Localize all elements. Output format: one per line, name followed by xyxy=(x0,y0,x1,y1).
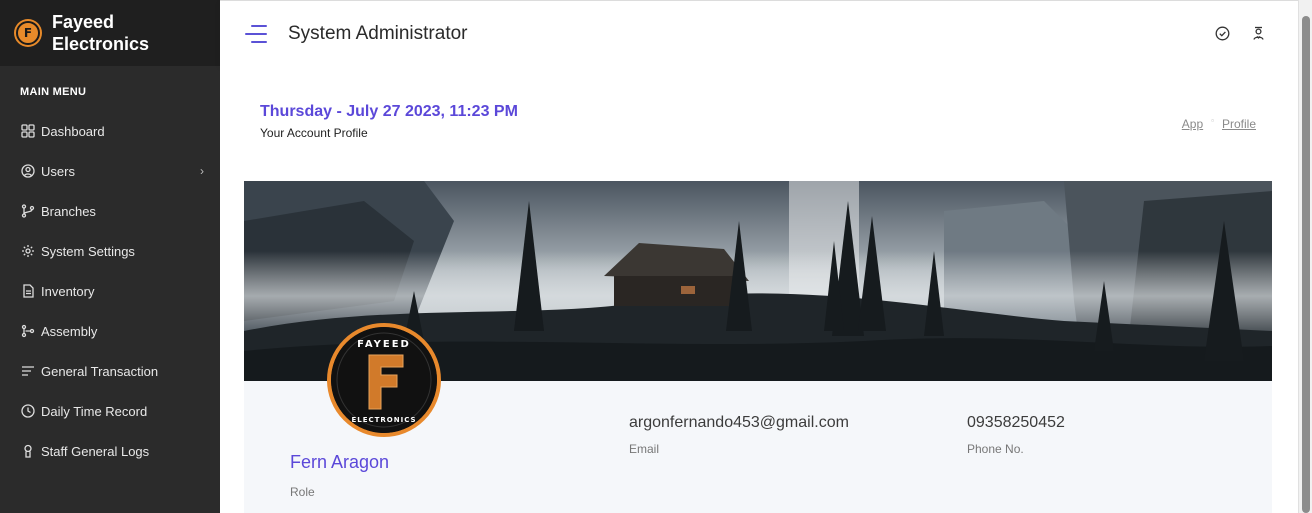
current-datetime: Thursday - July 27 2023, 11:23 PM xyxy=(260,103,518,120)
sidebar-item-label: Branches xyxy=(41,203,96,219)
sidebar-item-daily-time-record[interactable]: Daily Time Record xyxy=(0,391,220,431)
vertical-scrollbar[interactable] xyxy=(1298,0,1312,513)
brand[interactable]: F Fayeed Electronics xyxy=(0,0,220,66)
profile-email-label: Email xyxy=(629,442,660,456)
user-badge-icon[interactable] xyxy=(1250,25,1266,41)
breadcrumb-app-link[interactable]: App xyxy=(1182,117,1203,131)
fayeed-electronics-logo: FAYEED ELECTRONICS xyxy=(331,327,437,433)
user-circle-icon xyxy=(20,164,35,179)
profile-email-value: argonfernando453@gmail.com xyxy=(629,414,849,431)
branch-icon xyxy=(20,204,35,219)
top-header: System Administrator xyxy=(220,0,1298,66)
chevron-right-icon: › xyxy=(200,164,204,178)
check-circle-icon[interactable] xyxy=(1214,25,1230,41)
list-lines-icon xyxy=(20,364,35,379)
svg-text:ELECTRONICS: ELECTRONICS xyxy=(351,416,416,424)
sidebar-item-branches[interactable]: Branches xyxy=(0,191,220,231)
sidebar-item-label: Dashboard xyxy=(41,123,105,139)
sidebar-item-users[interactable]: Users › xyxy=(0,151,220,191)
breadcrumb-separator-icon: ▫ xyxy=(1211,115,1214,125)
profile-phone-label: Phone No. xyxy=(967,442,1024,456)
sidebar-item-label: Inventory xyxy=(41,283,95,299)
profile-name: Fern Aragon xyxy=(290,452,390,472)
scrollbar-thumb[interactable] xyxy=(1302,16,1310,513)
sidebar-menu: Dashboard Users › Branches System Settin… xyxy=(0,111,220,471)
sidebar: F Fayeed Electronics MAIN MENU Dashboard… xyxy=(0,0,220,513)
profile-avatar: FAYEED ELECTRONICS xyxy=(327,323,441,437)
sidebar-item-label: System Settings xyxy=(41,243,135,259)
assembly-icon xyxy=(20,324,35,339)
header-actions xyxy=(1214,25,1266,41)
main-content: Thursday - July 27 2023, 11:23 PM Your A… xyxy=(220,66,1298,513)
sidebar-item-system-settings[interactable]: System Settings xyxy=(0,231,220,271)
brand-logo: F xyxy=(16,21,40,45)
menu-section-title: MAIN MENU xyxy=(20,86,87,98)
sidebar-item-general-transaction[interactable]: General Transaction xyxy=(0,351,220,391)
page-header-title: System Administrator xyxy=(288,22,468,44)
sidebar-item-label: Users xyxy=(41,163,75,179)
profile-phone-value: 09358250452 xyxy=(967,414,1065,431)
sidebar-item-staff-general-logs[interactable]: Staff General Logs xyxy=(0,431,220,471)
sidebar-item-label: Staff General Logs xyxy=(41,443,150,459)
person-icon xyxy=(20,444,35,459)
brand-name: Fayeed Electronics xyxy=(52,12,150,54)
sidebar-item-assembly[interactable]: Assembly xyxy=(0,311,220,351)
sidebar-item-inventory[interactable]: Inventory xyxy=(0,271,220,311)
sidebar-item-dashboard[interactable]: Dashboard xyxy=(0,111,220,151)
svg-text:FAYEED: FAYEED xyxy=(357,339,411,350)
breadcrumb-profile-link[interactable]: Profile xyxy=(1222,117,1256,131)
sidebar-item-label: Daily Time Record xyxy=(41,403,148,419)
gear-icon xyxy=(20,244,35,259)
clock-icon xyxy=(20,404,35,419)
page-subtitle: Your Account Profile xyxy=(260,126,368,140)
breadcrumb: App ▫ Profile xyxy=(1182,115,1256,132)
document-icon xyxy=(20,284,35,299)
sidebar-item-label: Assembly xyxy=(41,323,98,339)
sidebar-item-label: General Transaction xyxy=(41,363,159,379)
hamburger-menu-icon[interactable] xyxy=(245,24,267,43)
profile-card: FAYEED ELECTRONICS Fern Aragon Role argo… xyxy=(244,323,1272,513)
profile-role-label: Role xyxy=(290,485,315,499)
grid-icon xyxy=(20,124,35,139)
